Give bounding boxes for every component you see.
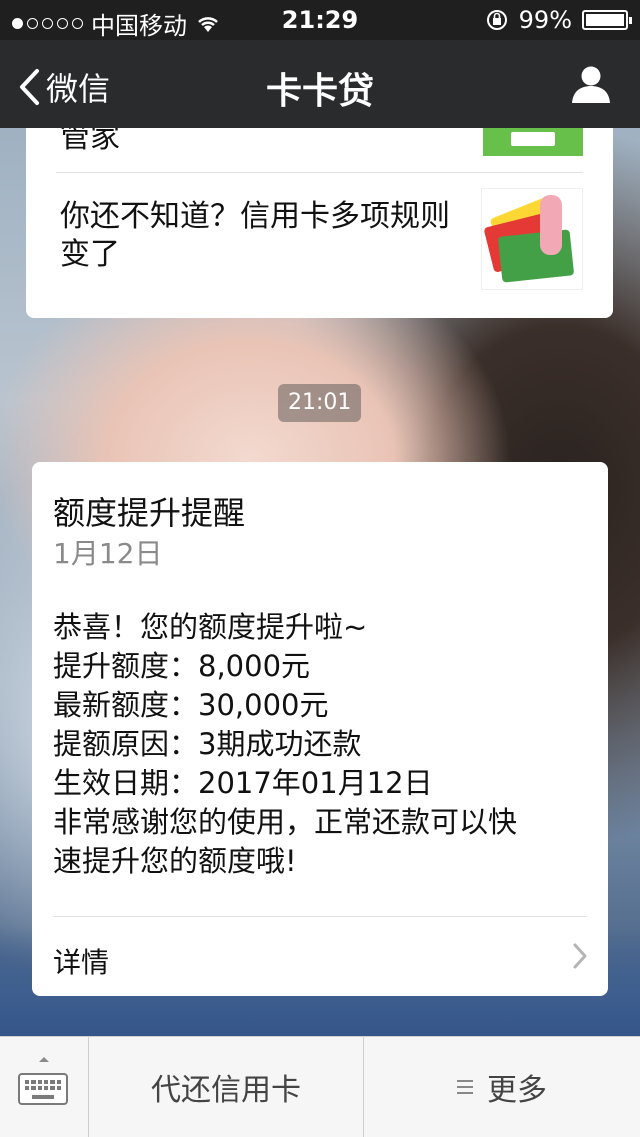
menu-item-more[interactable]: 更多 xyxy=(364,1037,640,1137)
article-list-card: 管家 你还不知道？信用卡多项规则变了 xyxy=(26,128,613,318)
article-thumbnail[interactable] xyxy=(481,188,583,290)
details-label: 详情 xyxy=(53,946,110,979)
notification-card[interactable]: 额度提升提醒 1月12日 恭喜！您的额度提升啦~ 提升额度：8,000元 最新额… xyxy=(32,462,608,996)
page-title: 卡卡贷 xyxy=(265,71,374,112)
keyboard-icon xyxy=(18,1073,68,1105)
divider xyxy=(56,172,583,173)
keyboard-toggle-button[interactable] xyxy=(0,1037,89,1137)
bottom-menu-bar: 代还信用卡 更多 xyxy=(0,1036,640,1137)
notification-line: 最新额度：30,000元 xyxy=(53,688,329,722)
details-link[interactable]: 详情 xyxy=(32,917,608,996)
navigation-bar: 微信 卡卡贷 xyxy=(0,40,640,128)
menu-item-label: 代还信用卡 xyxy=(151,1073,301,1108)
notification-title: 额度提升提醒 xyxy=(53,494,246,532)
rotation-lock-icon xyxy=(486,10,507,30)
notification-line: 恭喜！您的额度提升啦~ xyxy=(53,610,368,644)
menu-item-label: 更多 xyxy=(487,1073,547,1108)
notification-line: 提额原因：3期成功还款 xyxy=(53,727,362,761)
previous-article-title[interactable]: 管家 xyxy=(60,128,120,156)
notification-line: 非常感谢您的使用，正常还款可以快 xyxy=(53,805,518,839)
menu-lines-icon xyxy=(457,1080,473,1094)
person-icon[interactable] xyxy=(570,64,612,104)
battery-percent: 99% xyxy=(518,6,572,34)
notification-line: 速提升您的额度哦! xyxy=(53,844,297,878)
caret-up-icon xyxy=(39,1057,49,1062)
battery-icon xyxy=(582,10,632,30)
notification-date: 1月12日 xyxy=(53,537,163,570)
chevron-right-icon xyxy=(573,943,587,969)
previous-article-thumbnail[interactable] xyxy=(483,128,583,156)
status-bar: 中国移动 21:29 99% xyxy=(0,0,640,40)
notification-line: 提升额度：8,000元 xyxy=(53,649,311,683)
notification-line: 生效日期：2017年01月12日 xyxy=(53,766,433,800)
menu-item-repay-credit-card[interactable]: 代还信用卡 xyxy=(89,1037,364,1137)
chat-timestamp: 21:01 xyxy=(278,384,362,422)
article-title[interactable]: 你还不知道？信用卡多项规则变了 xyxy=(60,198,450,274)
notification-body: 恭喜！您的额度提升啦~ 提升额度：8,000元 最新额度：30,000元 提额原… xyxy=(53,608,593,881)
